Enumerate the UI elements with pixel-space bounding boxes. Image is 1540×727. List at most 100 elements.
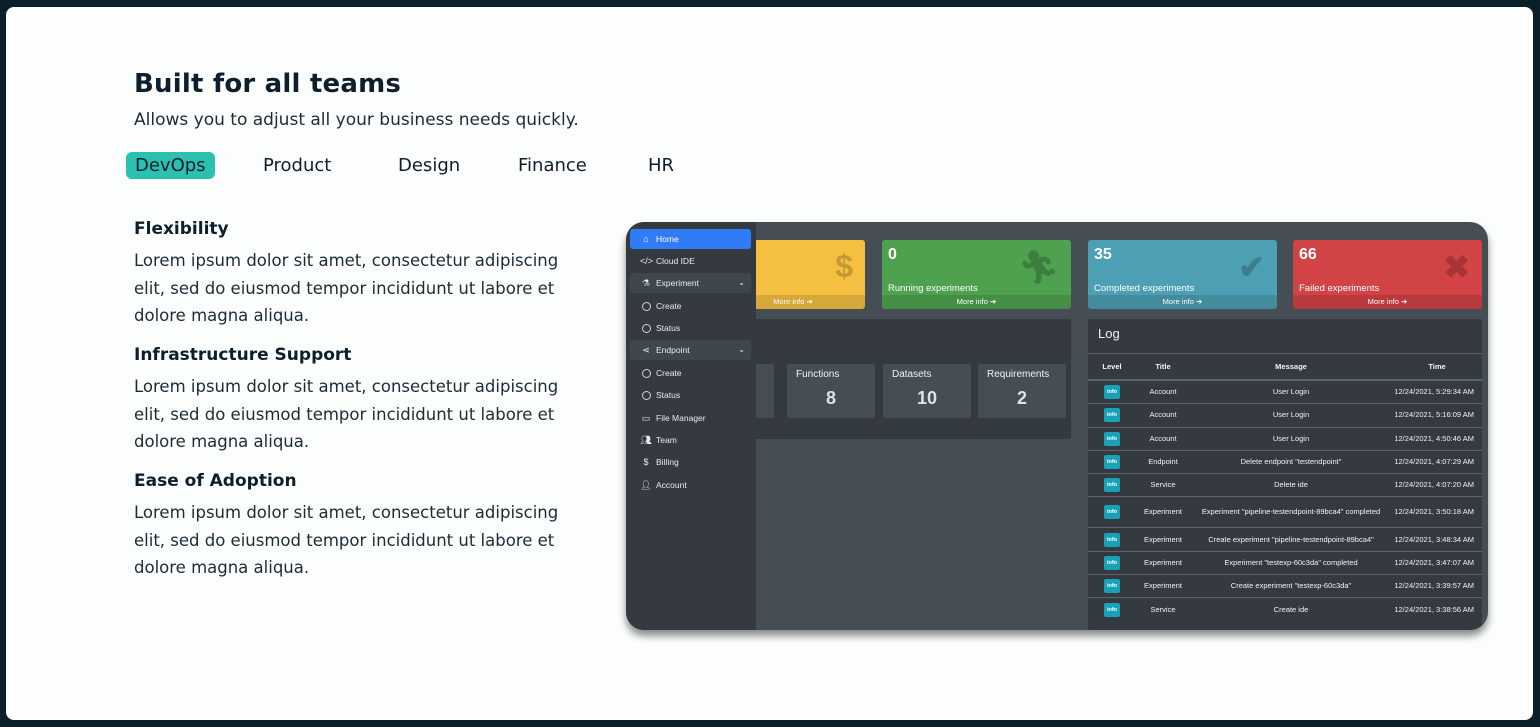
chevron-down-icon: ⌄ [738, 278, 745, 287]
home-icon: ⌂ [643, 234, 649, 244]
sidebar-item-endpoint[interactable]: ⋖ Endpoint ⌄ [630, 340, 751, 360]
log-table: Level Title Message Time info Account Us… [1088, 353, 1482, 621]
title-cell: Experiment [1136, 550, 1190, 575]
card-completed: 35 Completed experiments ✔ More info ➔ [1088, 240, 1277, 309]
card-failed: 66 Failed experiments ✖ More info ➔ [1293, 240, 1482, 309]
table-row: info Experiment Experiment "pipeline-tes… [1088, 496, 1482, 528]
level-cell: info [1088, 449, 1136, 474]
message-cell: User Login [1190, 379, 1392, 404]
message-cell: Create experiment "testexp-60c3da" [1190, 574, 1392, 598]
time-cell: 12/24/2021, 3:50:18 AM [1392, 496, 1482, 528]
column-header: Time [1392, 353, 1482, 381]
feature-body: Lorem ipsum dolor sit amet, consectetur … [134, 377, 559, 451]
tab-finance[interactable]: Finance [509, 152, 596, 179]
more-info-link[interactable]: More info ➔ [882, 295, 1071, 309]
time-cell: 12/24/2021, 5:16:09 AM [1392, 403, 1482, 428]
title-cell: Account [1136, 379, 1190, 404]
level-cell: info [1088, 426, 1136, 451]
sidebar-item-experiment[interactable]: ⚗ Experiment ⌄ [630, 273, 751, 293]
sidebar-item-cloud-ide[interactable]: </> Cloud IDE [630, 251, 751, 271]
card-value: 0 [888, 246, 897, 263]
feature-title: Infrastructure Support [134, 345, 352, 365]
sidebar-item-billing[interactable]: $ Billing [630, 452, 751, 472]
time-cell: 12/24/2021, 5:29:34 AM [1392, 379, 1482, 404]
feature-body: Lorem ipsum dolor sit amet, consectetur … [134, 251, 559, 325]
stat-value: 10 [916, 388, 938, 408]
title-cell: Endpoint [1136, 449, 1190, 474]
code-icon: </> [640, 256, 654, 266]
check-icon: ✔ [1238, 249, 1265, 285]
title-cell: Account [1136, 403, 1190, 428]
feature-infrastructure: Infrastructure Support Lorem ipsum dolor… [134, 345, 584, 456]
message-cell: User Login [1190, 403, 1392, 428]
users-icon: 👥︎ [640, 435, 652, 445]
level-badge: info [1103, 532, 1121, 547]
tab-product[interactable]: Product [254, 152, 340, 179]
feature-adoption: Ease of Adoption Lorem ipsum dolor sit a… [134, 471, 584, 582]
time-cell: 12/24/2021, 4:50:46 AM [1392, 426, 1482, 451]
stat-label: Functions [796, 369, 840, 380]
circle-icon [640, 363, 652, 385]
time-cell: 12/24/2021, 4:07:29 AM [1392, 449, 1482, 474]
tab-hr[interactable]: HR [639, 152, 683, 179]
sidebar-item-home[interactable]: ⌂ Home [630, 229, 751, 249]
sidebar-item-experiment-status[interactable]: Status [630, 318, 751, 338]
chevron-down-icon: ⌄ [738, 345, 745, 354]
stat-value: 2 [1016, 388, 1027, 408]
flask-icon: ⚗ [641, 278, 651, 288]
column-header: Message [1190, 353, 1392, 381]
table-row: info Account User Login 12/24/2021, 5:16… [1088, 403, 1482, 428]
summary-panel: Functions 8 Datasets 10 Requirements 2 [721, 319, 1071, 439]
log-panel: Log Level Title Message Time info Accoun… [1088, 319, 1482, 630]
level-cell: info [1088, 496, 1136, 528]
sidebar-item-endpoint-status[interactable]: Status [630, 385, 751, 405]
table-row: info Experiment Create experiment "pipel… [1088, 527, 1482, 552]
sidebar-item-experiment-create[interactable]: Create [630, 296, 751, 316]
title-cell: Service [1136, 597, 1190, 621]
log-title: Log [1098, 326, 1120, 341]
level-badge: info [1103, 431, 1121, 446]
title-cell: Service [1136, 473, 1190, 497]
message-cell: Delete endpoint "testendpoint" [1190, 449, 1392, 474]
card-label: Failed experiments [1299, 283, 1380, 294]
table-row: info Endpoint Delete endpoint "testendpo… [1088, 449, 1482, 474]
share-icon: ⋖ [642, 345, 650, 355]
column-header: Title [1136, 353, 1190, 381]
level-cell: info [1088, 574, 1136, 598]
table-row: info Service Create ide 12/24/2021, 3:38… [1088, 597, 1482, 621]
sidebar-item-endpoint-create[interactable]: Create [630, 363, 751, 383]
tab-design[interactable]: Design [389, 152, 469, 179]
title-cell: Experiment [1136, 527, 1190, 552]
card-label: Running experiments [888, 283, 978, 294]
card-running: 0 Running experiments 🏃︎ More info ➔ [882, 240, 1071, 309]
sidebar-item-account[interactable]: 👤︎ Account [630, 475, 751, 495]
time-cell: 12/24/2021, 3:38:56 AM [1392, 597, 1482, 621]
card-value: 35 [1094, 246, 1112, 263]
stat-functions: Functions 8 [787, 364, 875, 418]
more-info-link[interactable]: More info ➔ [1088, 295, 1277, 309]
dollar-icon: $ [643, 457, 649, 467]
level-badge: info [1103, 579, 1121, 594]
feature-title: Flexibility [134, 219, 229, 239]
tab-devops[interactable]: DevOps [126, 152, 215, 179]
level-cell: info [1088, 403, 1136, 428]
message-cell: User Login [1190, 426, 1392, 451]
stat-value: 8 [825, 388, 836, 408]
message-cell: Create ide [1190, 597, 1392, 621]
stat-label: Datasets [892, 369, 932, 380]
page: Built for all teams Allows you to adjust… [6, 7, 1533, 720]
dashboard-sidebar: ⌂ Home </> Cloud IDE ⚗ Experiment ⌄ Crea… [626, 222, 756, 630]
dashboard-screenshot: $ More info ➔ 0 Running experiments 🏃︎ M… [626, 222, 1488, 630]
time-cell: 12/24/2021, 3:48:34 AM [1392, 527, 1482, 552]
more-info-link[interactable]: More info ➔ [1293, 295, 1482, 309]
level-cell: info [1088, 527, 1136, 552]
message-cell: Experiment "pipeline-testendpoint-89bca4… [1190, 496, 1392, 528]
circle-icon [640, 385, 652, 407]
column-header: Level [1088, 353, 1136, 381]
sidebar-item-file-manager[interactable]: ▭ File Manager [630, 408, 751, 428]
page-subtitle: Allows you to adjust all your business n… [134, 110, 579, 130]
table-row: info Account User Login 12/24/2021, 5:29… [1088, 379, 1482, 404]
level-badge: info [1103, 505, 1121, 520]
table-row: info Account User Login 12/24/2021, 4:50… [1088, 426, 1482, 451]
sidebar-item-team[interactable]: 👥︎ Team [630, 430, 751, 450]
